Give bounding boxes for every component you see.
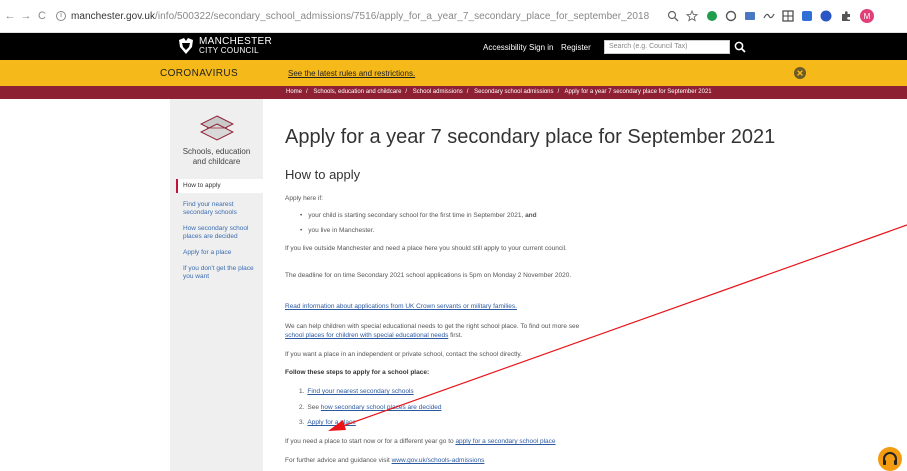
step-number: 1.: [299, 388, 305, 395]
sidebar-item-how-to-apply[interactable]: How to apply: [176, 179, 264, 193]
browser-toolbar: ← → C i manchester.gov.uk/info/500322/se…: [0, 0, 907, 33]
bullet-item: your child is starting secondary school …: [300, 212, 537, 219]
step-number: 3.: [299, 419, 305, 426]
outside-text: If you live outside Manchester and need …: [285, 245, 567, 252]
alert-label: CORONAVIRUS: [160, 68, 239, 79]
breadcrumb-current: Apply for a year 7 secondary place for S…: [564, 89, 712, 95]
apply-here-text: Apply here if:: [285, 195, 323, 202]
sen-text-2: first.: [448, 332, 463, 339]
page: { "browser": { "url_host": "manchester.g…: [0, 0, 907, 471]
step-item: 1. Find your nearest secondary schools: [299, 388, 414, 395]
start-now-text: If you need a place to start now or for …: [285, 437, 605, 446]
breadcrumb-school-admissions[interactable]: School admissions: [413, 89, 463, 95]
sen-text: We can help children with special educat…: [285, 322, 585, 340]
page-title: Apply for a year 7 secondary place for S…: [285, 126, 776, 148]
extension-blue-icon[interactable]: [801, 10, 813, 22]
close-icon[interactable]: [794, 67, 806, 79]
help-chat-button[interactable]: [878, 447, 902, 471]
reload-icon[interactable]: C: [34, 10, 50, 22]
bullet-bold: and: [525, 212, 537, 219]
crown-link-para: Read information about applications from…: [285, 302, 585, 311]
url-host: manchester.gov.uk: [71, 10, 156, 22]
step-pre: See: [307, 404, 321, 411]
logo-line2: CITY COUNCIL: [199, 46, 259, 55]
section-title: Schools, education and childcare: [170, 147, 263, 167]
steps-title: Follow these steps to apply for a school…: [285, 369, 430, 376]
search-icon[interactable]: [733, 40, 747, 54]
deadline-text: The deadline for on time Secondary 2021 …: [285, 272, 572, 279]
coronavirus-alert-bar: CORONAVIRUS See the latest rules and res…: [0, 60, 907, 86]
section-title-line1: Schools, education: [182, 147, 251, 156]
apply-secondary-link[interactable]: apply for a secondary school place: [455, 438, 555, 445]
sidebar-item-how-places-decided[interactable]: How secondary school places are decided: [176, 225, 264, 241]
forward-icon[interactable]: →: [18, 10, 34, 22]
breadcrumb-schools[interactable]: Schools, education and childcare: [313, 89, 401, 95]
how-places-decided-link[interactable]: how secondary school places are decided: [321, 404, 442, 411]
section-heading: How to apply: [285, 167, 361, 182]
apply-for-place-link[interactable]: Apply for a place: [307, 419, 355, 426]
sidebar-item-apply-for-place[interactable]: Apply for a place: [176, 249, 264, 257]
step-number: 2.: [299, 404, 305, 411]
schools-section-icon: [200, 115, 234, 141]
headset-icon: [883, 452, 897, 465]
zoom-icon[interactable]: [667, 10, 679, 22]
council-logo[interactable]: MANCHESTER CITY COUNCIL: [176, 37, 272, 55]
alert-link[interactable]: See the latest rules and restrictions.: [288, 69, 415, 78]
logo-line1: MANCHESTER: [199, 36, 273, 47]
site-info-icon[interactable]: i: [56, 11, 66, 21]
gov-uk-admissions-link[interactable]: www.gov.uk/schools-admissions: [392, 457, 485, 464]
private-text: If you want a place in an independent or…: [285, 351, 522, 358]
extension-circle-icon[interactable]: [725, 10, 737, 22]
advice-pre: For further advice and guidance visit: [285, 457, 392, 464]
sen-link[interactable]: school places for children with special …: [285, 332, 448, 339]
find-nearest-link[interactable]: Find your nearest secondary schools: [307, 388, 413, 395]
breadcrumb: Home / Schools, education and childcare / …: [0, 86, 907, 99]
extension-green-icon[interactable]: [706, 10, 718, 22]
extension-grid-icon[interactable]: [782, 10, 794, 22]
extension-wave-icon[interactable]: [763, 10, 775, 22]
back-icon[interactable]: ←: [2, 10, 18, 22]
site-header: MANCHESTER CITY COUNCIL Accessibility Si…: [0, 33, 907, 60]
bullet-item: you live in Manchester.: [300, 227, 374, 234]
address-bar[interactable]: i manchester.gov.uk/info/500322/secondar…: [56, 11, 649, 22]
council-crest-icon: [179, 38, 193, 54]
breadcrumb-home[interactable]: Home: [286, 89, 302, 95]
accessibility-link[interactable]: Accessibility: [483, 43, 527, 52]
sen-text-1: We can help children with special educat…: [285, 323, 580, 330]
search-input[interactable]: Search (e.g. Council Tax): [604, 40, 730, 54]
url-path: /info/500322/secondary_school_admissions…: [155, 10, 650, 22]
advice-text: For further advice and guidance visit ww…: [285, 456, 605, 465]
sidebar-nav: How to apply Find your nearest secondary…: [176, 179, 264, 289]
bullet-text: your child is starting secondary school …: [308, 212, 526, 219]
start-now-pre: If you need a place to start now or for …: [285, 438, 456, 445]
extension-k-icon[interactable]: [820, 10, 832, 22]
extension-screen-icon[interactable]: [744, 10, 756, 22]
bookmark-star-icon[interactable]: [686, 10, 698, 22]
extensions-puzzle-icon[interactable]: [840, 10, 852, 22]
breadcrumb-secondary-admissions[interactable]: Secondary school admissions: [474, 89, 553, 95]
section-title-line2: and childcare: [192, 157, 241, 166]
register-link[interactable]: Register: [561, 43, 591, 52]
sign-in-link[interactable]: Sign in: [529, 43, 553, 52]
sidebar-item-didnt-get-place[interactable]: If you don't get the place you want: [176, 265, 264, 281]
sidebar-item-find-nearest[interactable]: Find your nearest secondary schools: [176, 201, 264, 217]
profile-avatar-icon[interactable]: M: [860, 9, 874, 23]
crown-servants-link[interactable]: Read information about applications from…: [285, 303, 517, 310]
step-item: 3. Apply for a place: [299, 419, 356, 426]
svg-text:M: M: [864, 12, 871, 21]
step-item: 2. See how secondary school places are de…: [299, 404, 441, 411]
